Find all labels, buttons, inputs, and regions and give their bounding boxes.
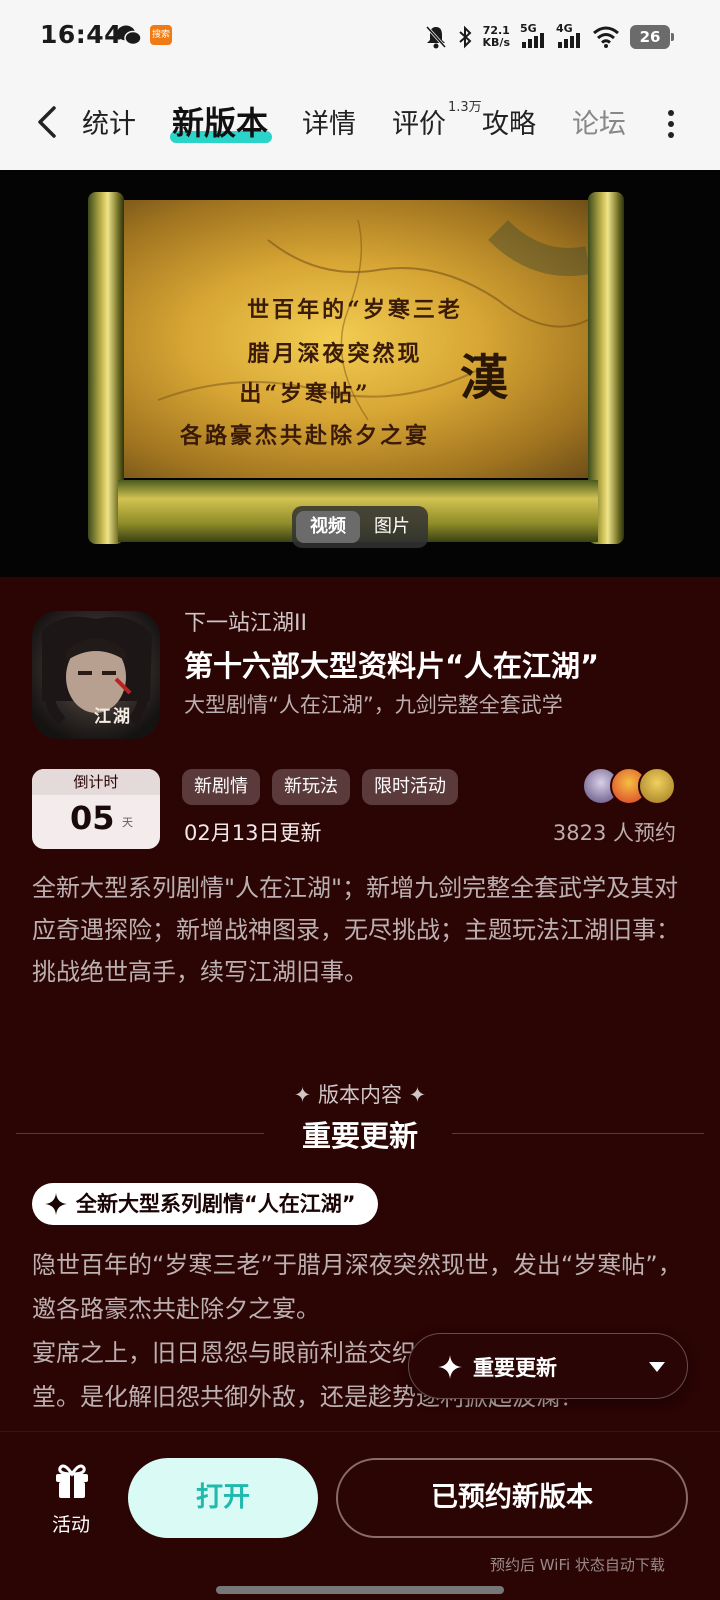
section-title: 重要更新 bbox=[301, 1119, 418, 1153]
countdown-unit: 天 bbox=[122, 816, 133, 829]
home-indicator[interactable] bbox=[216, 1586, 504, 1594]
wechat-icon bbox=[117, 25, 142, 46]
sparkle-icon bbox=[438, 1355, 462, 1379]
sparkle-icon: ✦ bbox=[293, 1083, 318, 1107]
open-button[interactable]: 打开 bbox=[128, 1458, 318, 1538]
sparkle-icon bbox=[45, 1193, 67, 1215]
countdown-number: 05 bbox=[70, 799, 115, 837]
reserve-count: 3823 人预约 bbox=[552, 821, 676, 845]
countdown-label: 倒计时 bbox=[32, 769, 160, 795]
feature-heading-pill: 全新大型系列剧情“人在江湖” bbox=[32, 1183, 378, 1225]
reserved-new-version-button[interactable]: 已预约新版本 bbox=[336, 1458, 688, 1538]
wifi-icon bbox=[593, 26, 619, 48]
tab-guides[interactable]: 攻略 bbox=[482, 102, 536, 141]
reserver-avatars bbox=[582, 767, 682, 807]
signal-4g-icon: 4G bbox=[556, 22, 582, 50]
scroll-line-1: 世百年的“岁寒三老 bbox=[247, 297, 463, 323]
bottom-action-bar: 活动 打开 已预约新版本 预约后 WiFi 状态自动下载 bbox=[0, 1431, 720, 1600]
more-options-icon[interactable] bbox=[668, 110, 676, 138]
game-name: 下一站江湖II bbox=[184, 611, 307, 636]
feature-body-paragraph: 隐世百年的“岁寒三老”于腊月深夜突然现世，发出“岁寒帖”，邀各路豪杰共赴除夕之宴… bbox=[32, 1251, 682, 1323]
toggle-video[interactable]: 视频 bbox=[296, 511, 360, 543]
tag-limited-event: 限时活动 bbox=[362, 769, 458, 805]
wifi-download-note: 预约后 WiFi 状态自动下载 bbox=[490, 1556, 665, 1574]
scroll-han-character: 漢 bbox=[460, 350, 509, 406]
app-icon[interactable]: 江湖 bbox=[32, 611, 160, 739]
update-description: 全新大型系列剧情"人在江湖"；新增九剑完整全套武学及其对应奇遇探险；新增战神图录… bbox=[32, 874, 680, 986]
section-jump-menu[interactable]: 重要更新 bbox=[408, 1333, 688, 1399]
app-notification-icon: 搜索 bbox=[150, 25, 172, 45]
tab-stats[interactable]: 统计 bbox=[82, 102, 136, 141]
toggle-images[interactable]: 图片 bbox=[360, 511, 424, 543]
avatar bbox=[638, 767, 676, 805]
countdown-card: 倒计时 05 天 bbox=[32, 769, 160, 849]
tab-nav: 统计 新版本 详情 评价 1.3万 攻略 论坛 bbox=[0, 76, 720, 170]
tab-forum[interactable]: 论坛 bbox=[572, 102, 626, 141]
media-type-toggle: 视频 图片 bbox=[292, 506, 428, 548]
section-jump-label: 重要更新 bbox=[473, 1356, 557, 1380]
mute-bell-icon bbox=[425, 25, 446, 49]
review-count-badge: 1.3万 bbox=[448, 100, 482, 115]
caret-down-icon bbox=[649, 1362, 665, 1372]
update-date: 02月13日更新 bbox=[184, 821, 322, 845]
sparkle-icon: ✦ bbox=[402, 1083, 427, 1107]
scroll-line-4: 各路豪杰共赴除夕之宴 bbox=[179, 423, 430, 449]
tag-new-gameplay: 新玩法 bbox=[272, 769, 350, 805]
update-title: 第十六部大型资料片“人在江湖” bbox=[184, 649, 600, 683]
activity-label[interactable]: 活动 bbox=[52, 1510, 90, 1537]
status-bar: 16:44 搜索 72.1 KB/s 5G 4G 26 bbox=[0, 0, 720, 76]
battery-icon: 26 bbox=[630, 25, 674, 49]
status-time: 16:44 bbox=[40, 20, 123, 49]
net-speed: 72.1 KB/s bbox=[482, 24, 510, 49]
tab-new-version[interactable]: 新版本 bbox=[172, 98, 268, 144]
bluetooth-icon bbox=[458, 25, 471, 49]
app-icon-label: 江湖 bbox=[94, 707, 132, 727]
tab-reviews[interactable]: 评价 bbox=[392, 102, 446, 141]
media-banner[interactable]: 世百年的“岁寒三老 腊月深夜突然现 出“岁寒帖” 各路豪杰共赴除夕之宴 漢 视频… bbox=[0, 170, 720, 577]
section-subtitle: ✦ 版本内容 ✦ bbox=[293, 1083, 427, 1107]
gift-icon[interactable] bbox=[52, 1460, 92, 1500]
back-arrow-icon[interactable] bbox=[34, 104, 62, 140]
update-subtitle: 大型剧情“人在江湖”，九剑完整全套武学 bbox=[184, 693, 563, 717]
signal-5g-icon: 5G bbox=[520, 22, 546, 50]
tab-details[interactable]: 详情 bbox=[302, 102, 356, 141]
status-right-group: 72.1 KB/s 5G 4G 26 bbox=[425, 20, 674, 54]
tag-new-story: 新剧情 bbox=[182, 769, 260, 805]
